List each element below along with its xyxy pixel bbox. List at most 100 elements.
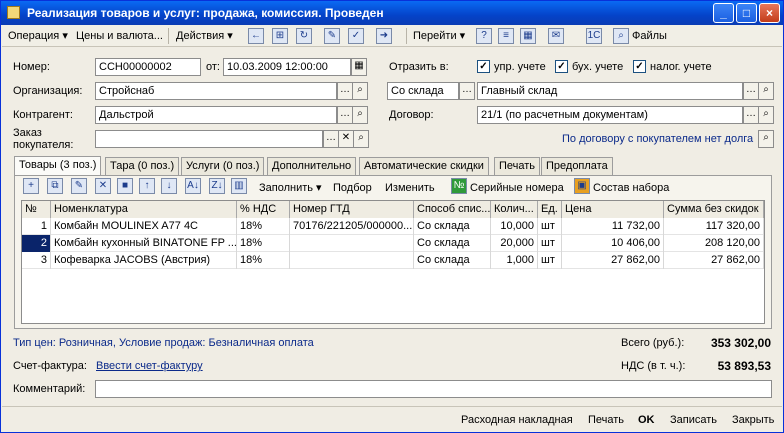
unit-cell[interactable]: шт [538, 252, 562, 269]
fill-menu[interactable]: Заполнить ▾ [259, 179, 322, 197]
move-down-icon[interactable]: ↓ [161, 178, 177, 194]
date-field[interactable]: 10.03.2009 12:00:00 [223, 58, 351, 76]
contractor-field[interactable]: Дальстрой [95, 106, 337, 124]
ok-button[interactable]: OK [638, 411, 655, 429]
unit-cell[interactable]: шт [538, 235, 562, 252]
barcode-icon[interactable]: ▥ [231, 178, 247, 194]
gtd-cell[interactable] [290, 252, 414, 269]
writeoff-cell[interactable]: Со склада [414, 252, 491, 269]
end-edit-icon[interactable]: ■ [117, 178, 133, 194]
sum-cell[interactable]: 27 862,00 [664, 252, 764, 269]
copy-row-icon[interactable]: ⧉ [47, 178, 63, 194]
change-button[interactable]: Изменить [385, 179, 435, 197]
print-button[interactable]: Печать [588, 411, 624, 429]
tab-containers[interactable]: Тара (0 поз.) [105, 157, 180, 175]
back-icon[interactable]: ← [248, 28, 264, 44]
upr-checkbox[interactable]: ✓ [477, 60, 490, 73]
select-source-button[interactable]: … [459, 82, 475, 100]
serial-numbers-button[interactable]: Серийные номера [470, 179, 564, 197]
kit-button[interactable]: Состав набора [593, 179, 669, 197]
delete-row-icon[interactable]: ✕ [95, 178, 111, 194]
open-contract-icon[interactable]: ⌕ [758, 106, 774, 124]
sum-cell[interactable]: 117 320,00 [664, 218, 764, 235]
col-header[interactable]: Цена [562, 201, 664, 218]
based-on-icon[interactable]: ➜ [376, 28, 392, 44]
refresh-icon[interactable]: ↻ [296, 28, 312, 44]
contract-field[interactable]: 21/1 (по расчетным документам) [477, 106, 743, 124]
vat-cell[interactable]: 18% [237, 252, 290, 269]
open-contractor-icon[interactable]: ⌕ [352, 106, 368, 124]
unpost-icon[interactable]: ✓ [348, 28, 364, 44]
comment-field[interactable] [95, 380, 772, 398]
close-button[interactable]: Закрыть [732, 411, 774, 429]
maximize-icon[interactable]: □ [736, 3, 757, 23]
tab-goods[interactable]: Товары (3 поз.) [14, 156, 102, 175]
invoice-link[interactable]: Ввести счет-фактуру [96, 360, 203, 372]
nal-checkbox[interactable]: ✓ [633, 60, 646, 73]
table-icon[interactable]: ▦ [520, 28, 536, 44]
col-header[interactable]: Способ спис... [414, 201, 491, 218]
actions-menu[interactable]: Действия ▾ [176, 27, 233, 45]
vat-cell[interactable]: 18% [237, 218, 290, 235]
quantity-cell[interactable]: 1,000 [491, 252, 538, 269]
calendar-icon[interactable]: ▦ [351, 58, 367, 76]
sort-desc-icon[interactable]: Z↓ [209, 178, 225, 194]
select-order-button[interactable]: … [323, 130, 339, 148]
unit-cell[interactable]: шт [538, 218, 562, 235]
col-header[interactable]: Ед. [538, 201, 562, 218]
waybill-button[interactable]: Расходная накладная [461, 411, 573, 429]
product-cell[interactable]: Комбайн кухонный BINATONE FP ... [51, 235, 237, 252]
select-contractor-button[interactable]: … [337, 106, 353, 124]
accounting-icon[interactable]: 1С [586, 28, 602, 44]
col-header[interactable]: Колич... [491, 201, 538, 218]
edit-row-icon[interactable]: ✎ [71, 178, 87, 194]
tab-auto-discounts[interactable]: Автоматические скидки [359, 157, 489, 175]
kit-icon[interactable]: ▣ [574, 178, 590, 194]
number-field[interactable]: ССН00000002 [95, 58, 201, 76]
serial-numbers-icon[interactable]: № [451, 178, 467, 194]
debt-details-icon[interactable]: ⌕ [758, 130, 774, 148]
minimize-icon[interactable]: _ [713, 3, 734, 23]
quantity-cell[interactable]: 20,000 [491, 235, 538, 252]
order-field[interactable] [95, 130, 323, 148]
buh-checkbox[interactable]: ✓ [555, 60, 568, 73]
files-search-icon[interactable]: ⌕ [613, 28, 629, 44]
sort-asc-icon[interactable]: A↓ [185, 178, 201, 194]
debt-link[interactable]: По договору с покупателем нет долга [562, 133, 753, 145]
structure-icon[interactable]: ⊞ [272, 28, 288, 44]
warehouse-field[interactable]: Главный склад [477, 82, 743, 100]
list-icon[interactable]: ≡ [498, 28, 514, 44]
files-button[interactable]: Файлы [632, 27, 667, 45]
prices-button[interactable]: Цены и валюта... [76, 27, 163, 45]
clear-order-icon[interactable]: ✕ [338, 130, 354, 148]
product-cell[interactable]: Кофеварка JACOBS (Австрия) [51, 252, 237, 269]
gtd-cell[interactable]: 70176/221205/000000... [290, 218, 414, 235]
help-icon[interactable]: ? [476, 28, 492, 44]
col-header[interactable]: Номер ГТД [290, 201, 414, 218]
close-icon[interactable]: × [759, 3, 780, 23]
goto-menu[interactable]: Перейти ▾ [413, 27, 465, 45]
vat-cell[interactable]: 18% [237, 235, 290, 252]
col-header[interactable]: Номенклатура [51, 201, 237, 218]
quantity-cell[interactable]: 10,000 [491, 218, 538, 235]
table-row[interactable]: 3 Кофеварка JACOBS (Австрия) 18% Со скла… [22, 252, 764, 269]
select-warehouse-button[interactable]: … [743, 82, 759, 100]
sum-cell[interactable]: 208 120,00 [664, 235, 764, 252]
select-contract-button[interactable]: … [743, 106, 759, 124]
operation-menu[interactable]: Операция ▾ [8, 27, 68, 45]
writeoff-cell[interactable]: Со склада [414, 235, 491, 252]
table-row[interactable]: 1 Комбайн MOULINEX A77 4C 18% 70176/2212… [22, 218, 764, 235]
add-row-icon[interactable]: + [23, 178, 39, 194]
select-button[interactable]: Подбор [333, 179, 372, 197]
writeoff-cell[interactable]: Со склада [414, 218, 491, 235]
open-warehouse-icon[interactable]: ⌕ [758, 82, 774, 100]
price-type-link[interactable]: Тип цен: Розничная, Условие продаж: Безн… [13, 337, 314, 349]
tab-prepayment[interactable]: Предоплата [541, 157, 613, 175]
organization-field[interactable]: Стройснаб [95, 82, 337, 100]
gtd-cell[interactable] [290, 235, 414, 252]
col-header[interactable]: № [22, 201, 51, 218]
tab-print[interactable]: Печать [494, 157, 541, 175]
table-row[interactable]: 2 Комбайн кухонный BINATONE FP ... 18% С… [22, 235, 764, 252]
product-cell[interactable]: Комбайн MOULINEX A77 4C [51, 218, 237, 235]
post-document-icon[interactable]: ✎ [324, 28, 340, 44]
